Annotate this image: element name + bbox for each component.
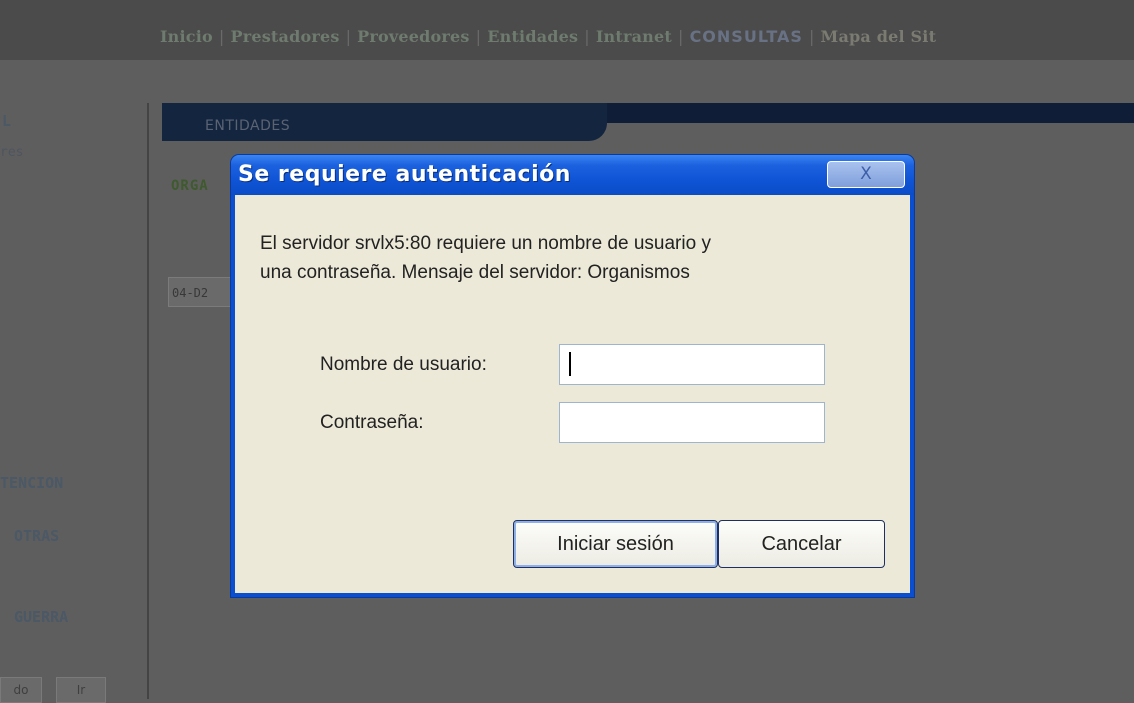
go-button[interactable]: Ir: [56, 677, 106, 703]
dialog-message-line-1: El servidor srvlx5:80 requiere un nombre…: [260, 233, 711, 254]
nav-link-entidades[interactable]: Entidades: [487, 27, 578, 46]
sidebar-heading-fragment: L: [2, 112, 12, 130]
nav-separator: |: [677, 27, 684, 46]
username-label: Nombre de usuario:: [320, 354, 487, 375]
cancel-button[interactable]: Cancelar: [718, 520, 885, 568]
nav-separator: |: [345, 27, 352, 46]
text-cursor: [569, 352, 571, 376]
nav-separator: |: [808, 27, 815, 46]
sidebar-small-button[interactable]: do: [0, 677, 42, 703]
section-heading-fragment: ORGA: [171, 178, 209, 194]
nav-link-proveedores[interactable]: Proveedores: [357, 27, 469, 46]
username-field-wrapper: [559, 344, 825, 385]
sidebar-text-fragment: res: [0, 145, 24, 160]
nav-link-intranet[interactable]: Intranet: [596, 27, 672, 46]
nav-separator: |: [475, 27, 482, 46]
password-label: Contraseña:: [320, 412, 424, 433]
nav-separator: |: [218, 27, 225, 46]
nav-separator: |: [584, 27, 590, 46]
login-button[interactable]: Iniciar sesión: [513, 520, 718, 568]
dialog-titlebar[interactable]: Se requiere autenticación X: [231, 155, 914, 195]
sidebar-link-guerra[interactable]: GUERRA: [14, 608, 68, 626]
close-icon: X: [860, 164, 872, 184]
nav-link-prestadores[interactable]: Prestadores: [230, 27, 339, 46]
dialog-title: Se requiere autenticación: [238, 162, 571, 187]
close-button[interactable]: X: [827, 161, 905, 188]
code-select[interactable]: 04-D2: [168, 277, 234, 307]
top-navigation: Inicio | Prestadores | Proveedores | Entidades…: [160, 27, 936, 46]
nav-link-consultas[interactable]: CONSULTAS: [690, 27, 803, 46]
authentication-dialog: Se requiere autenticación X El servidor …: [231, 155, 914, 597]
username-field[interactable]: [559, 344, 825, 385]
dialog-body: El servidor srvlx5:80 requiere un nombre…: [235, 195, 910, 593]
dialog-message: El servidor srvlx5:80 requiere un nombre…: [260, 229, 890, 287]
password-field[interactable]: [559, 402, 825, 443]
sidebar-link-otras[interactable]: OTRAS: [14, 527, 59, 545]
nav-link-inicio[interactable]: Inicio: [160, 27, 213, 46]
sidebar-link-atencion[interactable]: TENCION: [0, 474, 63, 492]
sidebar-divider: [147, 103, 149, 699]
nav-link-mapa-del-sitio[interactable]: Mapa del Sit: [821, 27, 937, 46]
dialog-message-line-2: una contraseña. Mensaje del servidor: Or…: [260, 262, 690, 283]
section-tab-label: ENTIDADES: [205, 118, 291, 134]
